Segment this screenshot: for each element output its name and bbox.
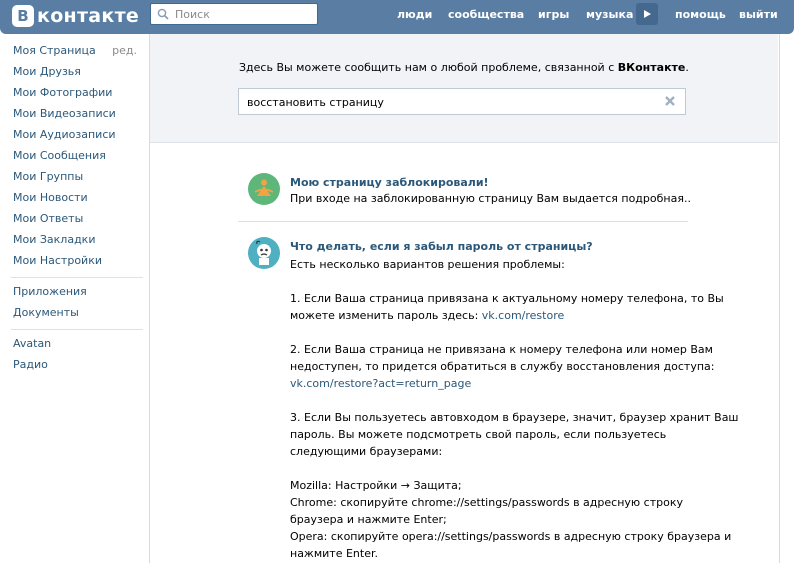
result-body-line: можете изменить пароль здесь: vk.com/res…: [290, 307, 564, 324]
result-body-line: недоступен, то придется обратиться в слу…: [290, 360, 715, 373]
nav-logout[interactable]: выйти: [739, 8, 778, 21]
sidebar-item-bookmarks[interactable]: Мои Закладки: [13, 232, 143, 253]
sidebar-item-avatan[interactable]: Avatan: [13, 336, 143, 357]
result-body-line: браузера и нажмите Enter;: [290, 513, 447, 526]
result-body-line: 3. Если Вы пользуетесь автовходом в брау…: [290, 411, 739, 424]
result-body-line: Есть несколько вариантов решения проблем…: [290, 258, 565, 271]
sidebar-item-documents[interactable]: Документы: [13, 305, 143, 326]
clear-icon[interactable]: [664, 95, 676, 107]
sidebar-item-photos[interactable]: Мои Фотографии: [13, 85, 143, 106]
result-divider: [238, 221, 688, 222]
nav-music[interactable]: музыка: [586, 8, 633, 21]
result-body-line: Chrome: скопируйте chrome://settings/pas…: [290, 496, 683, 509]
sidebar-item-label: Моя Страница: [13, 44, 96, 57]
play-button[interactable]: [636, 3, 658, 25]
intro-text: Здесь Вы можете сообщить нам о любой про…: [239, 61, 615, 74]
vk-logo[interactable]: В контакте: [12, 4, 139, 28]
faq-search-input[interactable]: восстановить страницу: [238, 88, 686, 115]
forgot-password-icon: [248, 237, 280, 269]
sidebar-item-my-page[interactable]: Моя Страница ред.: [13, 43, 143, 64]
search-icon: [157, 7, 171, 21]
sidebar-item-news[interactable]: Мои Новости: [13, 190, 143, 211]
sidebar-item-audio[interactable]: Мои Аудиозаписи: [13, 127, 143, 148]
nav-help[interactable]: помощь: [675, 8, 726, 21]
search-placeholder: Поиск: [175, 7, 210, 21]
return-page-link[interactable]: vk.com/restore?act=return_page: [290, 375, 471, 392]
result-snippet-blocked: При входе на заблокированную страницу Ва…: [290, 192, 691, 205]
sidebar-item-groups[interactable]: Мои Группы: [13, 169, 143, 190]
nav-games[interactable]: игры: [538, 8, 569, 21]
search-input[interactable]: Поиск: [150, 3, 318, 25]
nav-people[interactable]: люди: [397, 8, 432, 21]
sidebar-divider: [11, 277, 143, 278]
sidebar-item-settings[interactable]: Мои Настройки: [13, 253, 143, 274]
logo-text: контакте: [37, 5, 140, 27]
result-body-line: нажмите Enter.: [290, 547, 378, 560]
result-title-forgot-password[interactable]: Что делать, если я забыл пароль от стран…: [290, 240, 593, 253]
play-icon: [644, 10, 651, 18]
blocked-page-icon: [248, 173, 280, 205]
result-body-line: 2. Если Ваша страница не привязана к ном…: [290, 343, 713, 356]
edit-link[interactable]: ред.: [112, 43, 137, 58]
result-body-line: 1. Если Ваша страница привязана к актуал…: [290, 292, 724, 305]
result-body-line: следующими браузерами:: [290, 445, 443, 458]
result-body-line: пароль. Вы можете подсмотреть свой парол…: [290, 428, 667, 441]
support-intro: Здесь Вы можете сообщить нам о любой про…: [239, 61, 689, 74]
logo-letter: В: [12, 5, 34, 27]
left-sidebar: Моя Страница ред. Мои Друзья Мои Фотогра…: [11, 43, 143, 378]
top-header: В контакте Поиск люди сообщества игры му…: [0, 0, 794, 34]
restore-link[interactable]: vk.com/restore: [482, 309, 564, 322]
result-body-text: можете изменить пароль здесь:: [290, 309, 479, 322]
sidebar-item-messages[interactable]: Мои Сообщения: [13, 148, 143, 169]
sidebar-item-videos[interactable]: Мои Видеозаписи: [13, 106, 143, 127]
intro-brand: ВКонтакте: [617, 61, 686, 74]
sidebar-item-radio[interactable]: Радио: [13, 357, 143, 378]
result-body-line: Mozilla: Настройки → Защита;: [290, 479, 462, 492]
result-body-line: Opera: скопируйте opera://settings/passw…: [290, 530, 732, 543]
intro-suffix: .: [685, 61, 689, 74]
sidebar-item-friends[interactable]: Мои Друзья: [13, 64, 143, 85]
sidebar-divider: [11, 329, 143, 330]
sidebar-item-apps[interactable]: Приложения: [13, 284, 143, 305]
faq-query-text: восстановить страницу: [247, 96, 384, 109]
nav-communities[interactable]: сообщества: [448, 8, 524, 21]
sidebar-item-replies[interactable]: Мои Ответы: [13, 211, 143, 232]
result-title-blocked[interactable]: Мою страницу заблокировали!: [290, 176, 489, 189]
